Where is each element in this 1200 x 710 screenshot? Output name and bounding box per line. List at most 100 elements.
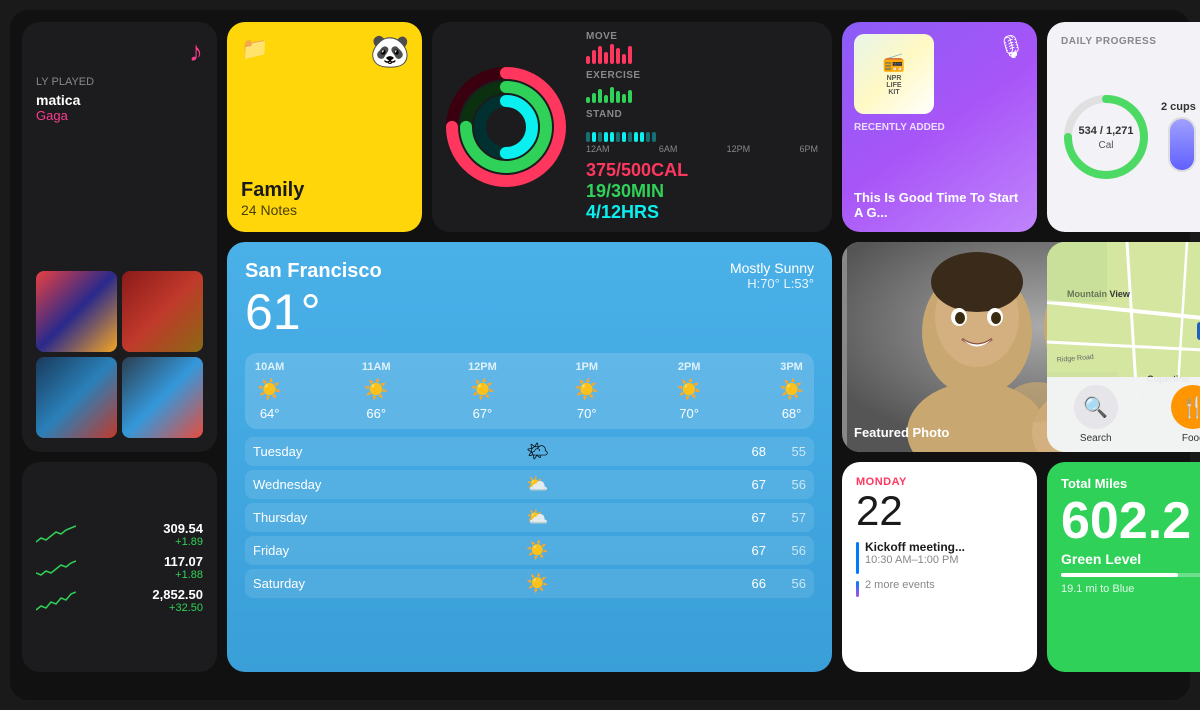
activity-rings <box>446 67 566 187</box>
calendar-event-1: Kickoff meeting... 10:30 AM–1:00 PM <box>856 540 1023 574</box>
move-value: 375/500CAL <box>586 160 818 181</box>
running-header: Total Miles NRC <box>1061 476 1200 491</box>
stand-value: 4/12HRS <box>586 202 818 223</box>
music-widget: ♪ LY PLAYED matica Gaga <box>22 22 217 452</box>
stock-price-2: 117.07 <box>164 554 203 569</box>
pill-icon <box>1168 117 1196 172</box>
weather-hour-12pm: 12PM ☀️ 67° <box>468 361 497 421</box>
activity-stats: MOVE EXERCISE <box>586 31 818 223</box>
map-actions: 🔍 Search 🍴 Food <box>1047 377 1200 452</box>
progress-widget: DAILY PROGRESS 534 / 1,271 Cal 2 cups <box>1047 22 1200 232</box>
progress-content: 534 / 1,271 Cal 2 cups <box>1061 55 1200 218</box>
stock-price-3: 2,852.50 <box>152 587 203 602</box>
stock-item-3: 2,852.50 +32.50 <box>36 587 203 614</box>
weather-top: San Francisco 61° Mostly Sunny H:70° L:5… <box>245 260 814 341</box>
stock-chart-3 <box>36 588 76 612</box>
progress-ring: 534 / 1,271 Cal <box>1061 92 1151 182</box>
weather-daily: Tuesday 🌤 68 55 Wednesday ⛅ 67 56 Thursd… <box>245 437 814 598</box>
activity-move: MOVE <box>586 31 818 64</box>
album-4[interactable] <box>122 357 203 438</box>
sun-icon-11am: ☀️ <box>364 377 389 402</box>
notes-panda-icon: 🐼 <box>370 32 410 70</box>
activity-widget: MOVE EXERCISE <box>432 22 832 232</box>
map-food-icon[interactable]: 🍴 <box>1171 385 1200 429</box>
podcast-widget[interactable]: 📻 NPRLIFEKIT 🎙 RECENTLY ADDED This Is Go… <box>842 22 1037 232</box>
weather-hour-1pm: 1PM ☀️ 70° <box>574 361 599 421</box>
map-search-icon[interactable]: 🔍 <box>1074 385 1118 429</box>
weather-city: San Francisco <box>245 260 382 283</box>
tuesday-icon: 🌤 <box>526 441 549 462</box>
time-6am: 6AM <box>659 144 678 154</box>
exercise-label: EXERCISE <box>586 70 818 81</box>
sun-icon-12pm: ☀️ <box>470 377 495 402</box>
time-6pm: 6PM <box>799 144 818 154</box>
album-1[interactable] <box>36 271 117 352</box>
weather-left: San Francisco 61° <box>245 260 382 341</box>
calendar-event-bar-1 <box>856 542 859 574</box>
sun-icon-2pm: ☀️ <box>677 377 702 402</box>
progress-cups: 2 cups <box>1161 101 1196 113</box>
stock-item-1: 309.54 +1.89 <box>36 521 203 548</box>
album-3[interactable] <box>36 357 117 438</box>
day-friday: Friday ☀️ 67 56 <box>245 536 814 565</box>
progress-label: DAILY PROGRESS <box>1061 36 1200 47</box>
stock-values-3: 2,852.50 +32.50 <box>152 587 203 614</box>
running-widget: Total Miles NRC 602.2 Green Level 19.1 m… <box>1047 462 1200 672</box>
weather-high: H:70° L:53° <box>730 276 814 291</box>
calendar-event-time: 10:30 AM–1:00 PM <box>865 554 965 566</box>
stock-change-2: +1.88 <box>164 569 203 581</box>
weather-hour-2pm: 2PM ☀️ 70° <box>677 361 702 421</box>
stand-bars <box>586 122 818 142</box>
friday-icon: ☀️ <box>526 540 548 561</box>
notes-count: 24 Notes <box>241 202 408 218</box>
weather-hourly: 10AM ☀️ 64° 11AM ☀️ 66° 12PM ☀️ 67° 1PM … <box>245 353 814 429</box>
day-wednesday: Wednesday ⛅ 67 56 <box>245 470 814 499</box>
map-search-label: Search <box>1080 433 1112 444</box>
activity-exercise: EXERCISE <box>586 70 818 103</box>
time-12am: 12AM <box>586 144 610 154</box>
podcast-recently-added: RECENTLY ADDED <box>854 122 1025 133</box>
weather-desc: Mostly Sunny <box>730 260 814 276</box>
podcast-cover-inner: 📻 NPRLIFEKIT <box>854 34 934 114</box>
album-2[interactable] <box>122 271 203 352</box>
stock-chart-2 <box>36 555 76 579</box>
stock-values-2: 117.07 +1.88 <box>164 554 203 581</box>
calendar-date: 22 <box>856 490 1023 532</box>
stock-values-1: 309.54 +1.89 <box>163 521 203 548</box>
progress-info: 2 cups <box>1161 101 1196 172</box>
weather-hour-3pm: 3PM ☀️ 68° <box>779 361 804 421</box>
music-title: matica <box>36 92 203 108</box>
stock-change-1: +1.89 <box>163 536 203 548</box>
map-food-action[interactable]: 🍴 Food <box>1171 385 1200 444</box>
exercise-bars <box>586 83 818 103</box>
notes-title: Family <box>241 179 408 202</box>
podcast-top: 📻 NPRLIFEKIT 🎙 <box>854 34 1025 114</box>
dashboard: ♪ LY PLAYED matica Gaga 📁 🐼 Family 24 No… <box>10 10 1190 700</box>
calendar-more-label: 2 more events <box>865 579 935 591</box>
weather-hour-11am: 11AM ☀️ 66° <box>362 361 391 421</box>
running-progress-fill <box>1061 573 1178 577</box>
weather-condition: Mostly Sunny H:70° L:53° <box>730 260 814 291</box>
podcast-mic-icon: 🎙 <box>997 34 1025 60</box>
day-tuesday: Tuesday 🌤 68 55 <box>245 437 814 466</box>
music-albums <box>36 271 203 438</box>
move-label: MOVE <box>586 31 818 42</box>
stand-time-labels: 12AM 6AM 12PM 6PM <box>586 144 818 154</box>
calendar-more-events: 2 more events <box>856 579 1023 597</box>
notes-widget[interactable]: 📁 🐼 Family 24 Notes <box>227 22 422 232</box>
svg-text:534 / 1,271: 534 / 1,271 <box>1078 125 1133 137</box>
map-food-label: Food <box>1182 433 1200 444</box>
map-search-action[interactable]: 🔍 Search <box>1074 385 1118 444</box>
weather-hour-10am: 10AM ☀️ 64° <box>255 361 284 421</box>
music-played-label: LY PLAYED <box>36 76 203 88</box>
stock-item-2: 117.07 +1.88 <box>36 554 203 581</box>
calendar-more-bar <box>856 581 859 597</box>
stock-chart-1 <box>36 522 76 546</box>
running-to-blue: 19.1 mi to Blue <box>1061 583 1200 595</box>
thursday-icon: ⛅ <box>526 507 548 528</box>
day-saturday: Saturday ☀️ 66 56 <box>245 569 814 598</box>
stock-change-3: +32.50 <box>152 602 203 614</box>
sun-icon-3pm: ☀️ <box>779 377 804 402</box>
time-12pm: 12PM <box>727 144 751 154</box>
wednesday-icon: ⛅ <box>526 474 548 495</box>
